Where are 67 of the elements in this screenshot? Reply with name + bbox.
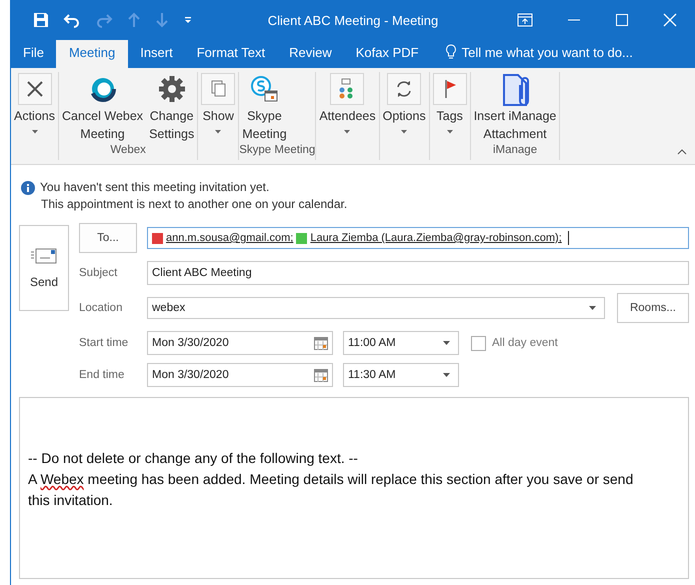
field-label: End time — [79, 369, 126, 381]
caret-icon — [215, 130, 222, 134]
message-body[interactable]: -- Do not delete or change any of the following text. -- A Webex meeting has been added. Meeting details will replace this section after you save or send this invitation. — [19, 397, 689, 579]
field-label: Start time — [79, 337, 130, 349]
field-label: Subject — [79, 267, 118, 279]
rooms-button[interactable]: Rooms... — [617, 293, 689, 323]
envelope-icon[interactable] — [31, 247, 57, 265]
ribbon-tab[interactable]: Insert — [128, 39, 185, 68]
calendar-icon[interactable] — [314, 336, 328, 350]
info-message: This appointment is next to another one on your calendar. — [40, 196, 348, 213]
checkbox-label: All day event — [492, 337, 558, 349]
undo-icon[interactable] — [63, 12, 81, 28]
time-field[interactable]: 11:30 AM — [343, 363, 459, 387]
ribbon-tab[interactable]: Kofax PDF — [344, 39, 431, 68]
time-field[interactable]: 11:00 AM — [343, 331, 459, 355]
ribbon-button[interactable]: Change Settings — [146, 72, 198, 144]
ribbon-button[interactable]: Insert iManage Attachment — [470, 72, 560, 144]
ribbon-tab[interactable]: Review — [277, 39, 344, 68]
ribbon-display-icon[interactable] — [517, 13, 533, 27]
caret-icon — [32, 130, 38, 134]
caret-icon — [446, 130, 453, 134]
to-button[interactable]: To... — [79, 223, 137, 253]
location-field[interactable]: webex — [147, 297, 605, 319]
body-text: -- Do not delete or change any of the following text. -- — [28, 449, 359, 468]
ribbon-button[interactable]: Cancel Webex Meeting — [59, 72, 146, 144]
ribbon-button[interactable]: Tags — [430, 72, 470, 144]
maximize-icon[interactable] — [615, 13, 629, 27]
dropdown-icon[interactable] — [443, 341, 450, 345]
group-label: iManage — [492, 144, 538, 158]
recipient-name[interactable]: ann.m.sousa@gmail.com; — [166, 232, 294, 244]
ribbon-button[interactable]: Skype Meeting — [239, 72, 290, 144]
ribbon-button[interactable]: Options — [380, 72, 429, 144]
info-icon[interactable] — [21, 180, 35, 194]
ribbon-button[interactable]: Attendees — [316, 72, 379, 144]
ribbon-button[interactable]: Show — [198, 72, 238, 144]
window-title: Client ABC Meeting - Meeting — [268, 12, 438, 28]
lightbulb-icon[interactable] — [444, 44, 457, 60]
date-field[interactable]: Mon 3/30/2020 — [147, 363, 333, 387]
group-label: Skype Meeting — [239, 144, 316, 158]
recipient-name[interactable]: Laura Ziemba (Laura.Ziemba@gray-robinson.com); — [310, 232, 562, 244]
subject-field[interactable]: Client ABC Meeting — [147, 261, 689, 285]
dropdown-icon[interactable] — [589, 306, 596, 310]
info-message: You haven't sent this meeting invitation yet. — [40, 179, 270, 196]
to-field[interactable]: ann.m.sousa@gmail.com; Laura Ziemba (Laura.Ziemba@gray-robinson.com); — [147, 227, 689, 249]
caret-icon — [344, 130, 350, 134]
flag-icon — [432, 73, 467, 107]
refresh-icon — [387, 73, 422, 107]
send-button[interactable]: Send — [19, 225, 69, 311]
all-day-checkbox[interactable] — [471, 336, 486, 350]
close-icon[interactable] — [663, 13, 677, 27]
save-icon[interactable] — [33, 12, 49, 28]
ribbon-tab[interactable]: Format Text — [184, 39, 278, 68]
group-label: Webex — [109, 144, 147, 158]
calendar-icon[interactable] — [314, 368, 328, 382]
ribbon-tab[interactable]: Meeting — [56, 39, 128, 68]
ribbon-button[interactable]: Actions — [11, 72, 58, 144]
people-icon — [330, 73, 364, 107]
search-field[interactable]: Tell me what you want to do... — [430, 44, 633, 68]
collapse-icon[interactable] — [677, 149, 687, 155]
date-field[interactable]: Mon 3/30/2020 — [147, 331, 333, 355]
caret-icon — [401, 130, 408, 134]
ribbon-tab[interactable]: File — [11, 39, 56, 68]
pages-icon — [201, 73, 236, 107]
body-text: A Webex meeting has been added. Meeting details will replace this section after you save or send this invitation. — [28, 470, 634, 510]
field-label: Location — [79, 302, 124, 314]
close-icon — [18, 73, 52, 107]
dropdown-icon[interactable] — [443, 373, 450, 377]
